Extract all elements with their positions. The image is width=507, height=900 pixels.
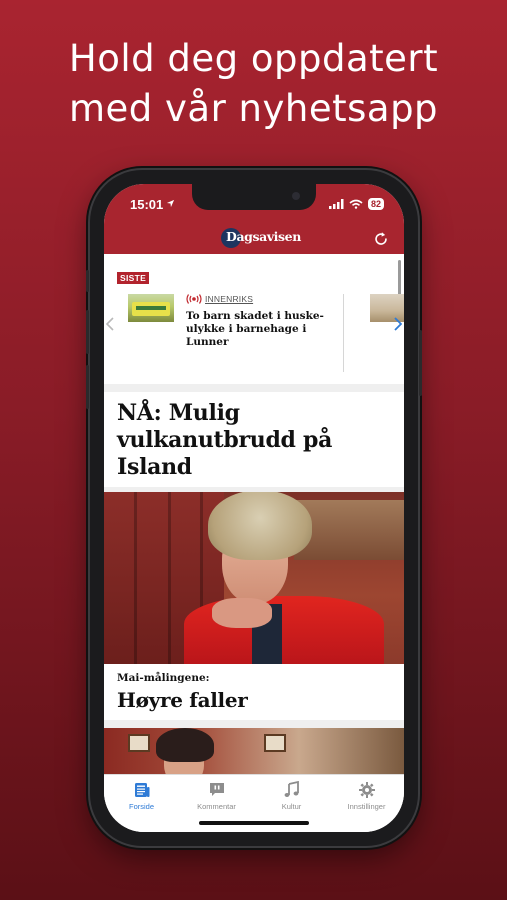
category-label: INNENRIKS	[205, 294, 254, 304]
photo-hair	[156, 728, 214, 762]
dagsavisen-logo[interactable]: Dagsavisen	[221, 228, 301, 248]
second-story-title[interactable]: Høyre faller	[117, 688, 248, 712]
app-header: 15:01 82 Dagsavisen	[104, 184, 404, 254]
promo-headline: Hold deg oppdatert med vår nyhetsapp	[0, 34, 507, 134]
status-time: 15:01	[130, 197, 164, 212]
gear-icon	[358, 782, 375, 798]
logo-text: Dagsavisen	[226, 229, 301, 244]
wifi-icon	[349, 199, 363, 209]
phone-power-button	[419, 330, 422, 396]
sofa-seam	[134, 492, 137, 664]
home-indicator[interactable]	[199, 821, 309, 825]
phone-mute-switch	[86, 270, 89, 292]
sofa-seam	[168, 492, 171, 664]
location-arrow-icon	[166, 199, 175, 208]
story-photo-next[interactable]	[104, 728, 404, 774]
tab-label-kultur: Kultur	[281, 802, 302, 811]
promo-line-2: med vår nyhetsapp	[68, 87, 439, 130]
signal-icon	[328, 199, 344, 209]
phone-volume-down	[86, 365, 89, 409]
story-photo-hoyre[interactable]	[104, 492, 404, 664]
photo-wall-frame	[128, 734, 150, 752]
siste-label: SISTE	[117, 272, 150, 284]
status-icons: 82	[328, 198, 384, 210]
app-screen: 15:01 82 Dagsavisen SISTE INNENRIKS To b…	[104, 184, 404, 832]
carousel-divider	[343, 294, 344, 372]
newspaper-icon	[134, 783, 149, 797]
photo-wall-frame	[264, 734, 286, 752]
photo-hair	[208, 492, 312, 560]
battery-icon: 82	[367, 198, 384, 210]
tab-label-innstillinger: Innstillinger	[347, 802, 386, 811]
tab-innstillinger[interactable]: Innstillinger	[329, 781, 404, 811]
tab-label-kommentar: Kommentar	[197, 802, 236, 811]
second-story-card[interactable]: Mai-målingene: Høyre faller	[104, 664, 404, 720]
main-story-card[interactable]: NÅ: Mulig vulkanutbrudd på Island	[104, 392, 404, 487]
promo-line-1: Hold deg oppdatert	[68, 37, 439, 80]
photo-hand	[212, 598, 272, 628]
tab-kultur[interactable]: Kultur	[254, 781, 329, 811]
ambulance-stripe	[136, 306, 166, 310]
story-kicker: Mai-målingene:	[117, 672, 210, 684]
phone-volume-up	[86, 310, 89, 354]
tab-kommentar[interactable]: Kommentar	[179, 781, 254, 811]
tab-forside[interactable]: Forside	[104, 781, 179, 811]
music-note-icon	[284, 781, 299, 797]
phone-frame: 15:01 82 Dagsavisen SISTE INNENRIKS To b…	[86, 170, 422, 846]
siste-story-title[interactable]: To barn skadet i huske-ulykke i barnehag…	[186, 310, 326, 349]
story-thumbnail-ambulance[interactable]	[128, 294, 174, 322]
siste-carousel: SISTE INNENRIKS To barn skadet i huske-u…	[104, 254, 404, 384]
comment-icon	[209, 783, 224, 796]
main-story-title[interactable]: NÅ: Mulig vulkanutbrudd på Island	[117, 400, 397, 481]
tab-label-forside: Forside	[128, 802, 154, 811]
notch	[192, 184, 316, 210]
news-feed[interactable]: SISTE INNENRIKS To barn skadet i huske-u…	[104, 254, 404, 774]
refresh-icon[interactable]	[372, 230, 390, 248]
chevron-right-icon[interactable]	[394, 317, 402, 331]
live-broadcast-icon	[186, 294, 202, 304]
story-category[interactable]: INNENRIKS	[186, 294, 253, 304]
front-camera	[292, 192, 300, 200]
chevron-left-icon[interactable]	[106, 317, 114, 331]
